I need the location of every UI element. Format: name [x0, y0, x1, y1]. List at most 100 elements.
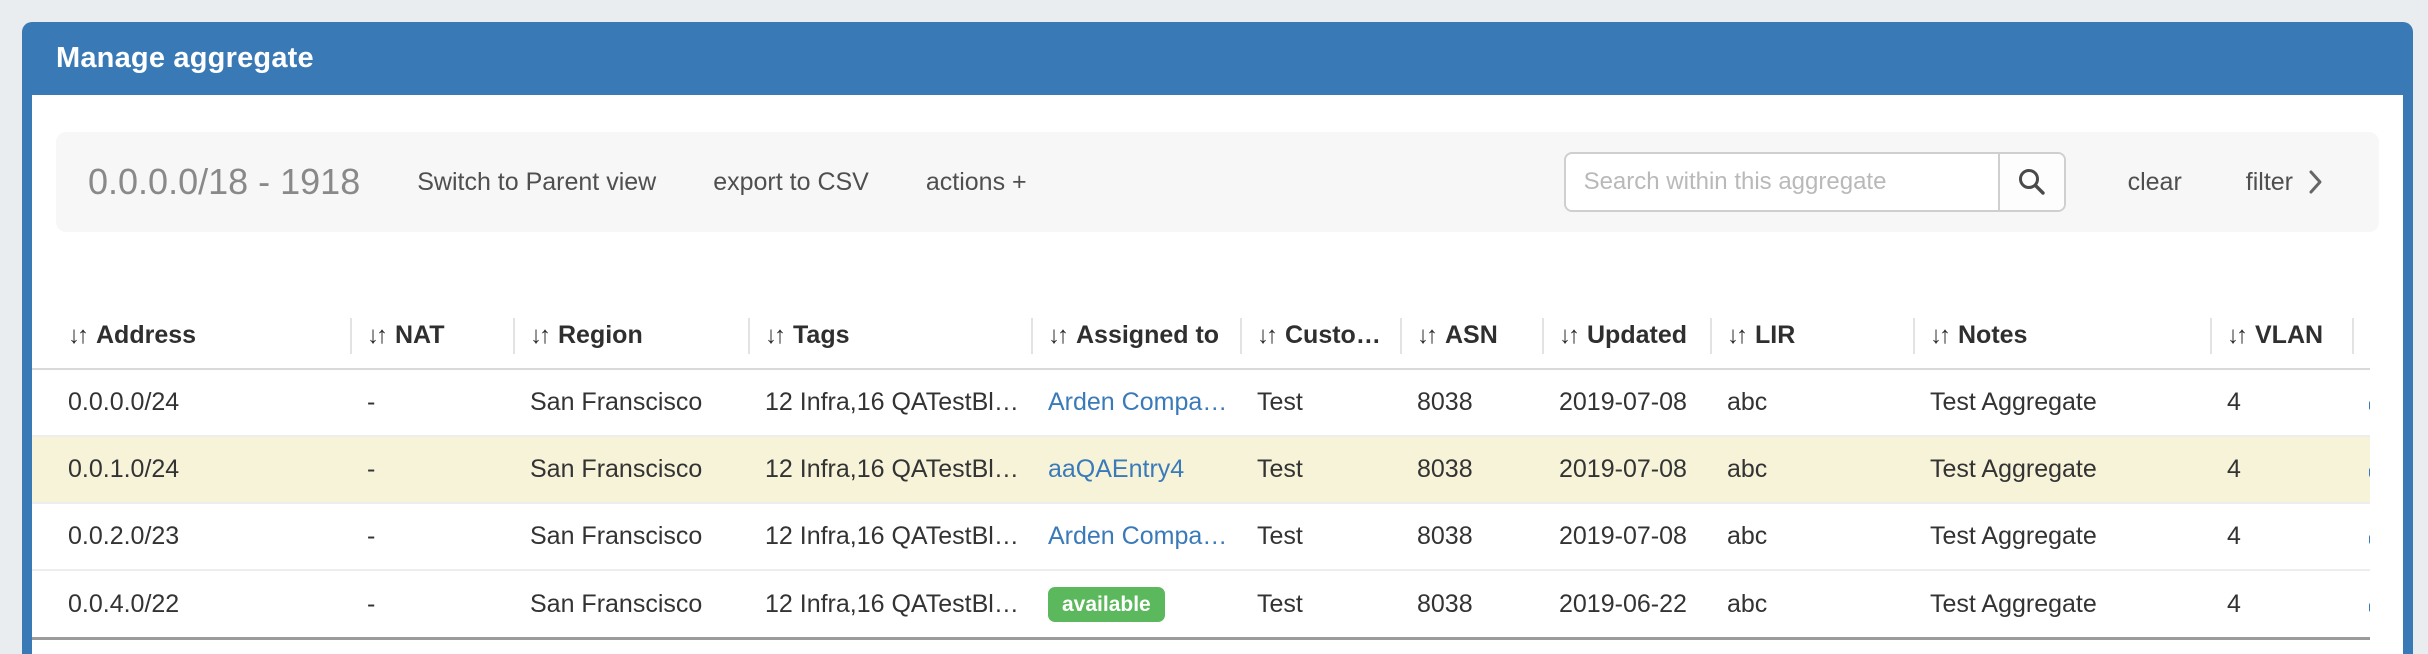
sort-icon: ↓↑ [530, 322, 548, 349]
sort-icon: ↓↑ [1257, 322, 1275, 349]
table-row[interactable]: 0.0.0.0/24-San Franscisco12 Infra,16 QAT… [32, 369, 2370, 436]
manage-aggregate-panel: Manage aggregate 0.0.0.0/18 - 1918 Switc… [22, 22, 2413, 654]
clear-button[interactable]: clear [2128, 168, 2182, 197]
search-input[interactable] [1566, 154, 1998, 210]
sort-icon: ↓↑ [1048, 322, 1066, 349]
cell-tags: 12 Infra,16 QATestBl… [748, 436, 1031, 503]
table-row[interactable]: 0.0.4.0/22-San Franscisco12 Infra,16 QAT… [32, 570, 2370, 637]
cell-address: 0.0.2.0/23 [32, 503, 350, 570]
horizontal-scrollbar[interactable] [32, 637, 2370, 640]
column-header-assigned[interactable]: ↓↑ Assigned to [1031, 303, 1240, 369]
cell-notes: Test Aggregate [1913, 436, 2210, 503]
table-header-row: ↓↑Address↓↑NAT↓↑Region↓↑Tags↓↑Assigned t… [32, 303, 2370, 369]
filter-button-label: filter [2246, 168, 2293, 197]
clipped-link-fragment [2369, 401, 2370, 410]
sort-icon: ↓↑ [2227, 322, 2245, 349]
cell-extra [2352, 503, 2370, 570]
assigned-to-link[interactable]: aaQAEntry4 [1048, 455, 1184, 483]
cell-customer: Test [1240, 570, 1400, 637]
cell-notes: Test Aggregate [1913, 503, 2210, 570]
search-group [1564, 152, 2066, 212]
cell-address: 0.0.4.0/22 [32, 570, 350, 637]
sort-icon: ↓↑ [1559, 322, 1577, 349]
column-label: Notes [1958, 321, 2027, 349]
column-header-asn[interactable]: ↓↑ASN [1400, 303, 1542, 369]
table-row[interactable]: 0.0.2.0/23-San Franscisco12 Infra,16 QAT… [32, 503, 2370, 570]
column-label: Assigned to [1076, 321, 1219, 349]
cell-nat: - [350, 503, 513, 570]
search-icon [2017, 167, 2047, 197]
cell-lir: abc [1710, 369, 1913, 436]
cell-nat: - [350, 436, 513, 503]
cell-lir: abc [1710, 503, 1913, 570]
cell-address: 0.0.0.0/24 [32, 369, 350, 436]
cell-customer: Test [1240, 369, 1400, 436]
column-header-customer[interactable]: ↓↑ Custo… [1240, 303, 1400, 369]
cell-notes: Test Aggregate [1913, 570, 2210, 637]
available-badge: available [1048, 587, 1165, 622]
aggregate-toolbar: 0.0.0.0/18 - 1918 Switch to Parent view … [56, 132, 2379, 232]
cell-vlan: 4 [2210, 436, 2352, 503]
actions-menu-button[interactable]: actions + [926, 168, 1027, 197]
table-row[interactable]: 0.0.1.0/24-San Franscisco12 Infra,16 QAT… [32, 436, 2370, 503]
cell-assigned: available [1031, 570, 1240, 637]
cell-region: San Franscisco [513, 369, 748, 436]
column-label: Updated [1587, 321, 1687, 349]
column-label: Region [558, 321, 643, 349]
column-header-address[interactable]: ↓↑ Address [32, 303, 350, 369]
cell-vlan: 4 [2210, 369, 2352, 436]
cell-vlan: 4 [2210, 503, 2352, 570]
cell-region: San Franscisco [513, 436, 748, 503]
column-header-lir[interactable]: ↓↑ LIR [1710, 303, 1913, 369]
cell-region: San Franscisco [513, 570, 748, 637]
clipped-link-fragment [2369, 535, 2370, 544]
column-header-extra [2352, 303, 2370, 369]
cell-region: San Franscisco [513, 503, 748, 570]
sort-icon: ↓↑ [1727, 322, 1745, 349]
aggregate-label: 0.0.0.0/18 - 1918 [88, 161, 360, 203]
cell-updated: 2019-07-08 [1542, 503, 1710, 570]
cell-vlan: 4 [2210, 570, 2352, 637]
column-header-notes[interactable]: ↓↑ Notes [1913, 303, 2210, 369]
panel-heading: Manage aggregate [32, 22, 2403, 95]
cell-extra [2352, 436, 2370, 503]
switch-to-parent-view-link[interactable]: Switch to Parent view [417, 168, 656, 197]
cell-lir: abc [1710, 570, 1913, 637]
clipped-link-fragment [2369, 468, 2370, 477]
sort-icon: ↓↑ [68, 322, 86, 349]
column-label: LIR [1755, 321, 1795, 349]
sort-icon: ↓↑ [367, 322, 385, 349]
chevron-right-icon [2308, 169, 2323, 195]
cell-asn: 8038 [1400, 369, 1542, 436]
sort-icon: ↓↑ [1930, 322, 1948, 349]
cell-tags: 12 Infra,16 QATestBl… [748, 369, 1031, 436]
search-button[interactable] [1998, 154, 2064, 210]
cell-nat: - [350, 369, 513, 436]
assigned-to-link[interactable]: Arden Compa… [1048, 388, 1227, 416]
column-header-vlan[interactable]: ↓↑ VLAN [2210, 303, 2352, 369]
cell-assigned: aaQAEntry4 [1031, 436, 1240, 503]
cell-customer: Test [1240, 436, 1400, 503]
column-header-region[interactable]: ↓↑ Region [513, 303, 748, 369]
export-to-csv-link[interactable]: export to CSV [713, 168, 869, 197]
aggregate-table: ↓↑Address↓↑NAT↓↑Region↓↑Tags↓↑Assigned t… [32, 303, 2370, 637]
filter-button[interactable]: filter [2246, 168, 2323, 197]
column-header-updated[interactable]: ↓↑ Updated [1542, 303, 1710, 369]
column-label: VLAN [2255, 321, 2323, 349]
column-label: Address [96, 321, 196, 349]
cell-extra [2352, 570, 2370, 637]
cell-notes: Test Aggregate [1913, 369, 2210, 436]
cell-updated: 2019-06-22 [1542, 570, 1710, 637]
column-label: Custo… [1285, 321, 1381, 349]
column-header-nat[interactable]: ↓↑NAT [350, 303, 513, 369]
assigned-to-link[interactable]: Arden Compa… [1048, 522, 1227, 550]
column-header-tags[interactable]: ↓↑Tags [748, 303, 1031, 369]
table-scroll-container: ↓↑Address↓↑NAT↓↑Region↓↑Tags↓↑Assigned t… [32, 303, 2370, 640]
sort-icon: ↓↑ [765, 322, 783, 349]
panel-body: 0.0.0.0/18 - 1918 Switch to Parent view … [32, 95, 2403, 654]
cell-assigned: Arden Compa… [1031, 369, 1240, 436]
column-label: ASN [1445, 321, 1498, 349]
clipped-link-fragment [2369, 603, 2370, 612]
cell-extra [2352, 369, 2370, 436]
cell-asn: 8038 [1400, 503, 1542, 570]
